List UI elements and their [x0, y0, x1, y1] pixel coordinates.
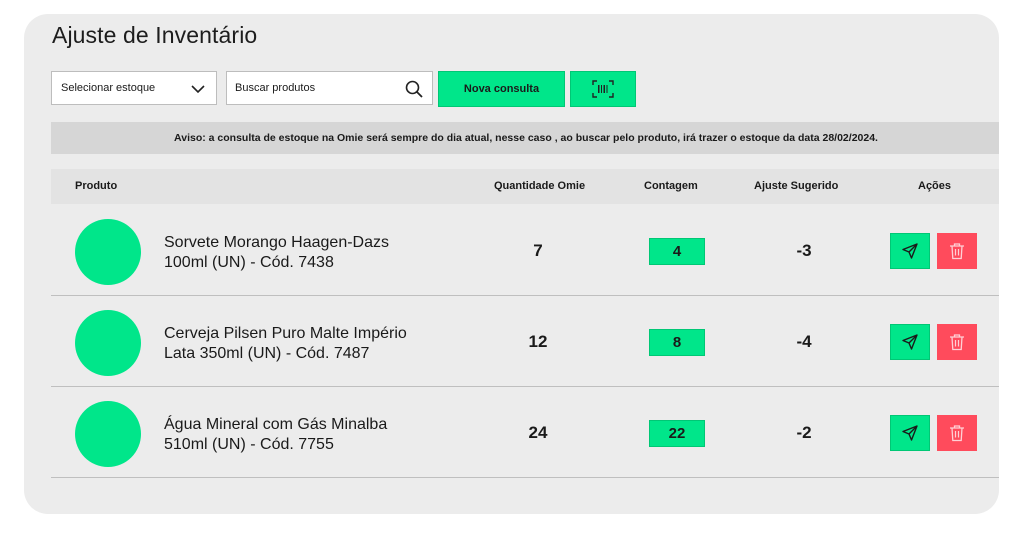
product-name-line2: 510ml (UN) - Cód. 7755 — [164, 436, 334, 453]
count-value[interactable]: 8 — [649, 329, 705, 356]
delete-button[interactable] — [937, 415, 977, 451]
qty-omie-value: 7 — [533, 241, 543, 260]
delete-button[interactable] — [937, 324, 977, 360]
header-qty-omie: Quantidade Omie — [494, 180, 586, 192]
header-suggested: Ajuste Sugerido — [754, 180, 839, 192]
count-value[interactable]: 22 — [649, 420, 705, 447]
send-icon — [902, 334, 918, 350]
product-name: Cerveja Pilsen Puro Malte Império Lata 3… — [164, 324, 464, 364]
header-actions: Ações — [918, 180, 952, 192]
chevron-down-icon — [191, 85, 205, 94]
product-name: Sorvete Morango Haagen-Dazs 100ml (UN) -… — [164, 233, 464, 273]
new-query-button[interactable]: Nova consulta — [438, 71, 565, 107]
table-header: Produto Quantidade Omie Contagem Ajuste … — [51, 169, 999, 204]
header-product: Produto — [75, 180, 118, 192]
qty-omie-value: 24 — [528, 423, 548, 442]
product-name-line1: Cerveja Pilsen Puro Malte Império — [164, 325, 407, 342]
suggested-adjust-value: -2 — [796, 423, 812, 442]
product-image — [75, 401, 141, 467]
stock-select-value: Selecionar estoque — [61, 82, 156, 94]
qty-omie-value: 12 — [528, 332, 548, 351]
trash-icon — [950, 334, 964, 351]
suggested-adjust-value: -4 — [796, 332, 812, 351]
page-title: Ajuste de Inventário — [52, 22, 258, 48]
product-name-line2: 100ml (UN) - Cód. 7438 — [164, 254, 334, 271]
search-input[interactable]: Buscar produtos — [226, 71, 433, 105]
trash-icon — [950, 425, 964, 442]
product-name-line2: Lata 350ml (UN) - Cód. 7487 — [164, 345, 370, 362]
table-row: Água Mineral com Gás Minalba 510ml (UN) … — [51, 387, 999, 478]
barcode-scan-icon — [592, 80, 614, 98]
send-icon — [902, 425, 918, 441]
stock-select[interactable]: Selecionar estoque — [51, 71, 217, 105]
delete-button[interactable] — [937, 233, 977, 269]
product-name: Água Mineral com Gás Minalba 510ml (UN) … — [164, 415, 464, 455]
product-name-line1: Água Mineral com Gás Minalba — [164, 416, 388, 433]
send-button[interactable] — [890, 324, 930, 360]
product-image — [75, 219, 141, 285]
trash-icon — [950, 243, 964, 260]
product-image — [75, 310, 141, 376]
suggested-adjust-value: -3 — [796, 241, 812, 260]
inventory-card: Ajuste de Inventário Selecionar estoque … — [24, 14, 999, 514]
stock-notice: Aviso: a consulta de estoque na Omie ser… — [51, 122, 999, 154]
send-button[interactable] — [890, 415, 930, 451]
table-row: Cerveja Pilsen Puro Malte Império Lata 3… — [51, 296, 999, 387]
search-icon[interactable] — [404, 79, 424, 99]
search-placeholder: Buscar produtos — [235, 82, 316, 94]
count-value[interactable]: 4 — [649, 238, 705, 265]
product-name-line1: Sorvete Morango Haagen-Dazs — [164, 234, 390, 251]
barcode-scan-button[interactable] — [570, 71, 636, 107]
table-row: Sorvete Morango Haagen-Dazs 100ml (UN) -… — [51, 205, 999, 296]
send-button[interactable] — [890, 233, 930, 269]
header-count: Contagem — [644, 180, 698, 192]
send-icon — [902, 243, 918, 259]
